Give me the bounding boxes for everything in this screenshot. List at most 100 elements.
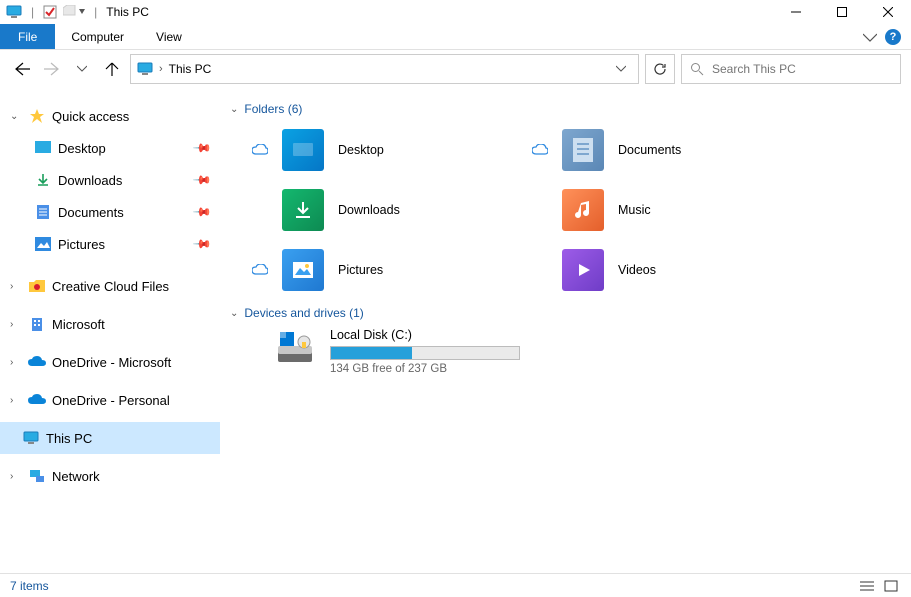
group-label: Folders (6) [244,102,302,116]
chevron-right-icon[interactable]: › [10,281,22,292]
sidebar-creative-cloud[interactable]: › Creative Cloud Files [0,270,220,302]
folder-label: Documents [618,143,681,157]
drive-usage-fill [331,347,412,359]
pin-icon[interactable]: 📌 [192,138,212,158]
chevron-down-icon[interactable]: ⌄ [230,308,238,319]
this-pc-icon [22,429,40,447]
folder-desktop[interactable]: Desktop [248,120,528,180]
tab-view[interactable]: View [140,24,198,49]
drive-local-c[interactable]: Local Disk (C:) 134 GB free of 237 GB [230,324,530,379]
this-pc-icon [137,62,153,76]
tab-computer[interactable]: Computer [55,24,140,49]
folder-music[interactable]: . Music [528,180,808,240]
separator: | [31,5,34,19]
star-icon [28,107,46,125]
network-icon [28,467,46,485]
group-drives[interactable]: ⌄ Devices and drives (1) [230,306,901,320]
pin-icon[interactable]: 📌 [192,170,212,190]
group-folders[interactable]: ⌄ Folders (6) [230,102,901,116]
folder-icon [28,277,46,295]
sidebar-microsoft[interactable]: › Microsoft [0,308,220,340]
chevron-right-icon[interactable]: › [10,357,22,368]
chevron-down-icon[interactable]: ⌄ [10,111,22,122]
sidebar-item-label: OneDrive - Personal [52,393,170,408]
sidebar-item-label: OneDrive - Microsoft [52,355,171,370]
sidebar-item-label: This PC [46,431,92,446]
sidebar-item-label: Desktop [58,141,106,156]
separator: | [94,5,97,19]
close-button[interactable] [865,0,911,24]
folder-pictures[interactable]: Pictures [248,240,528,300]
address-bar[interactable]: › This PC [130,54,639,84]
cloud-sync-icon [532,144,548,156]
chevron-right-icon[interactable]: › [10,319,22,330]
onedrive-icon [28,391,46,409]
help-button[interactable]: ? [885,29,901,45]
picture-icon [34,235,52,253]
check-icon[interactable] [43,5,57,19]
drive-usage-bar [330,346,520,360]
group-label: Devices and drives (1) [244,306,363,320]
sidebar-item-documents[interactable]: Documents 📌 [0,196,220,228]
drive-label: Local Disk (C:) [330,328,526,342]
sidebar-network[interactable]: › Network [0,460,220,492]
search-icon [690,62,704,76]
titlebar: | | This PC [0,0,911,24]
cloud-sync-icon [252,264,268,276]
sidebar-onedrive-personal[interactable]: › OneDrive - Personal [0,384,220,416]
sidebar-onedrive-microsoft[interactable]: › OneDrive - Microsoft [0,346,220,378]
sidebar-item-label: Network [52,469,100,484]
sidebar-item-downloads[interactable]: Downloads 📌 [0,164,220,196]
folder-dropdown-icon[interactable] [63,5,85,19]
back-button[interactable] [10,57,34,81]
sidebar-quick-access[interactable]: ⌄ Quick access [0,100,220,132]
folder-label: Desktop [338,143,384,157]
chevron-right-icon[interactable]: › [10,471,22,482]
music-folder-icon [562,189,604,231]
content-pane[interactable]: ⌄ Folders (6) Desktop Documents [220,88,911,573]
folder-label: Downloads [338,203,400,217]
maximize-button[interactable] [819,0,865,24]
chevron-right-icon[interactable]: › [10,395,22,406]
building-icon [28,315,46,333]
view-details-button[interactable] [857,577,877,595]
pin-icon[interactable]: 📌 [192,234,212,254]
folders-grid: Desktop Documents . Downloads . [230,120,901,300]
sidebar-item-desktop[interactable]: Desktop 📌 [0,132,220,164]
pin-icon[interactable]: 📌 [192,202,212,222]
drive-free-text: 134 GB free of 237 GB [330,363,526,375]
folder-videos[interactable]: . Videos [528,240,808,300]
search-box[interactable] [681,54,901,84]
folder-documents[interactable]: Documents [528,120,808,180]
desktop-icon [34,139,52,157]
refresh-button[interactable] [645,54,675,84]
navigation-bar: › This PC [0,50,911,88]
folder-label: Pictures [338,263,383,277]
status-bar: 7 items [0,573,911,597]
quick-access-toolbar: | | [6,5,100,19]
chevron-right-icon[interactable]: › [159,63,163,75]
tab-file[interactable]: File [0,24,55,49]
minimize-button[interactable] [773,0,819,24]
videos-folder-icon [562,249,604,291]
search-input[interactable] [712,62,892,76]
navigation-pane[interactable]: ⌄ Quick access Desktop 📌 Downloads 📌 Doc… [0,88,220,573]
sidebar-item-pictures[interactable]: Pictures 📌 [0,228,220,260]
sidebar-this-pc[interactable]: This PC [0,422,220,454]
up-button[interactable] [100,57,124,81]
folder-downloads[interactable]: . Downloads [248,180,528,240]
status-item-count: 7 items [10,579,49,593]
chevron-down-icon[interactable]: ⌄ [230,104,238,115]
breadcrumb[interactable]: This PC [169,62,212,76]
forward-button[interactable] [40,57,64,81]
address-dropdown-button[interactable] [610,65,632,73]
sidebar-item-label: Downloads [58,173,122,188]
folder-label: Videos [618,263,656,277]
recent-dropdown-button[interactable] [70,57,94,81]
ribbon-tabs: File Computer View ? [0,24,911,50]
view-large-icons-button[interactable] [881,577,901,595]
sidebar-item-label: Pictures [58,237,105,252]
ribbon-expand-icon[interactable] [863,32,877,42]
this-pc-icon [6,5,22,19]
window-controls [773,0,911,24]
